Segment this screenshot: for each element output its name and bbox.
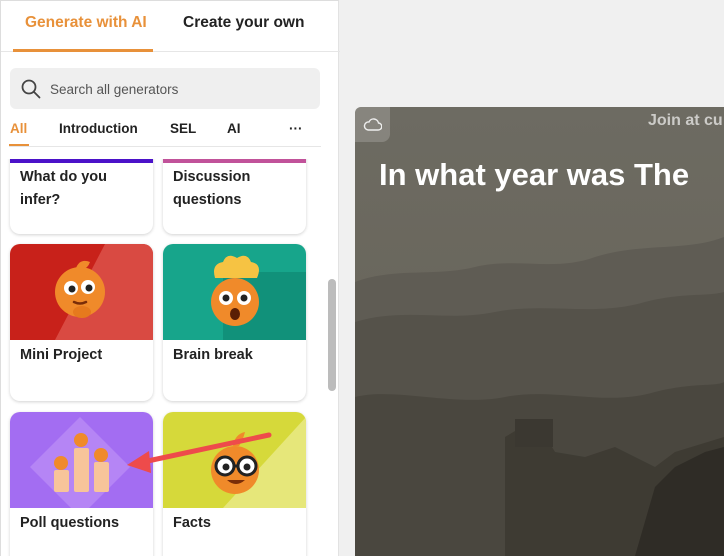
active-filter-indicator <box>9 144 29 146</box>
join-instructions: Join at cu <box>648 112 723 129</box>
generator-grid: What do youinfer? Discussionquestions <box>1 159 326 556</box>
search-input[interactable] <box>50 77 310 101</box>
search-icon <box>21 79 41 99</box>
cloud-button[interactable] <box>355 107 390 142</box>
card-thumbnail <box>10 159 153 163</box>
card-discussion-questions[interactable]: Discussion questions <box>163 159 306 234</box>
card-label: Mini Project <box>20 347 103 363</box>
slide-preview: Join at cu In what year was The <box>355 107 724 556</box>
question-title: In what year was The <box>379 157 690 192</box>
filter-divider <box>9 146 321 147</box>
grid-scrollbar[interactable] <box>328 279 336 391</box>
card-thumbnail <box>163 244 306 340</box>
card-thumbnail <box>10 244 153 340</box>
cloud-icon <box>363 118 382 131</box>
filter-introduction[interactable]: Introduction <box>59 121 138 136</box>
mind-blown-face-icon <box>211 255 259 326</box>
annotation-arrow <box>127 432 272 473</box>
card-brain-break[interactable]: Brain break <box>163 244 306 401</box>
generator-panel: Generate with AI Create your own All Int… <box>0 0 340 556</box>
card-thumbnail <box>163 159 306 163</box>
card-label: Poll questions <box>20 515 120 531</box>
search-bar <box>10 68 320 109</box>
card-mini-project[interactable]: Mini Project <box>10 244 153 401</box>
filter-all[interactable]: All <box>10 121 27 136</box>
card-label: Discussion questions <box>173 169 251 208</box>
filter-sel[interactable]: SEL <box>170 121 196 136</box>
card-label: What do you infer? <box>20 169 107 208</box>
filter-more-button[interactable]: ··· <box>289 121 303 136</box>
card-label: Facts <box>173 515 211 531</box>
tab-generate-with-ai[interactable]: Generate with AI <box>25 14 147 32</box>
mode-tabs: Generate with AI Create your own <box>1 1 340 52</box>
filter-tabs: All Introduction SEL AI ··· <box>1 119 340 147</box>
tab-create-your-own[interactable]: Create your own <box>183 14 304 32</box>
active-tab-indicator <box>13 49 153 52</box>
card-what-do-you-infer[interactable]: What do you infer? <box>10 159 153 234</box>
card-label: Brain break <box>173 347 253 363</box>
filter-ai[interactable]: AI <box>227 121 241 136</box>
